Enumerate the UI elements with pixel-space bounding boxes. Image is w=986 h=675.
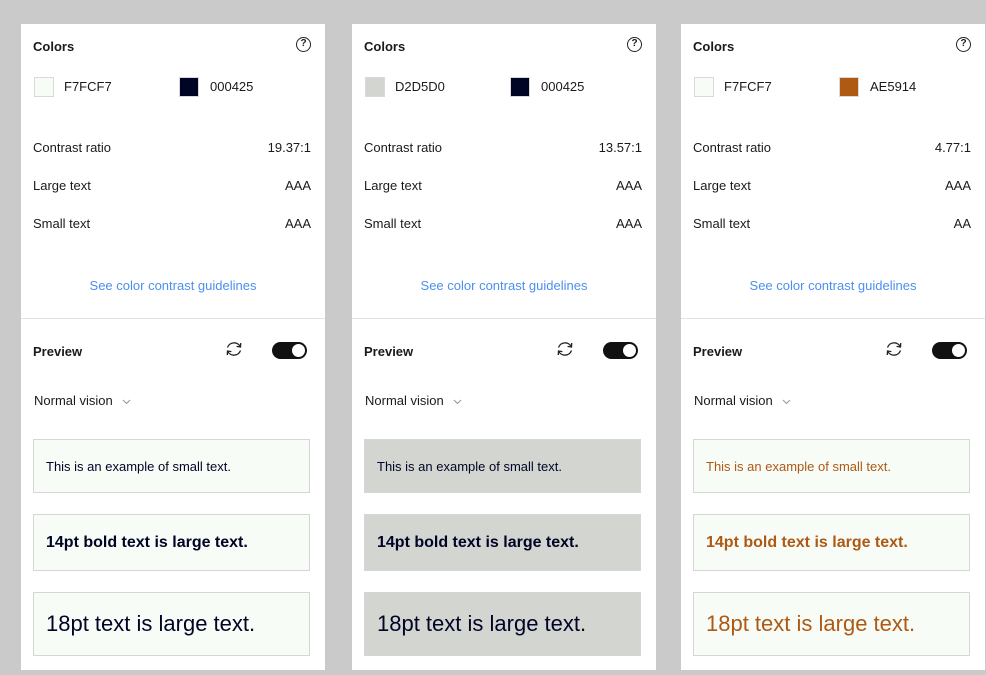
vision-mode-label: Normal vision: [694, 393, 773, 408]
chevron-down-icon: [453, 399, 462, 404]
large-text-row: Large text AAA: [364, 178, 642, 194]
contrast-guidelines-link[interactable]: See color contrast guidelines: [681, 278, 985, 293]
background-color-swatch[interactable]: [34, 77, 54, 97]
vision-mode-label: Normal vision: [34, 393, 113, 408]
background-color-hex[interactable]: F7FCF7: [64, 79, 112, 94]
contrast-ratio-value: 19.37:1: [267, 140, 311, 155]
small-text-row: Small text AA: [693, 216, 971, 232]
colors-section-title: Colors: [364, 39, 406, 54]
foreground-color-swatch[interactable]: [179, 77, 199, 97]
small-text-row: Small text AAA: [33, 216, 311, 232]
foreground-color-hex[interactable]: 000425: [210, 79, 253, 94]
large-text-rating: AAA: [944, 178, 971, 193]
large-text-row: Large text AAA: [693, 178, 971, 194]
contrast-ratio-value: 4.77:1: [934, 140, 971, 155]
help-icon[interactable]: ?: [956, 37, 971, 52]
colors-section-title: Colors: [33, 39, 75, 54]
small-text-label: Small text: [364, 216, 422, 231]
foreground-color-swatch[interactable]: [510, 77, 530, 97]
contrast-ratio-row: Contrast ratio 4.77:1: [693, 140, 971, 156]
toggle-knob: [623, 344, 636, 357]
chevron-down-icon: [122, 399, 131, 404]
large-text-rating: AAA: [284, 178, 311, 193]
vision-mode-dropdown[interactable]: Normal vision: [365, 393, 462, 408]
large-text-preview: 18pt text is large text.: [364, 592, 641, 656]
small-text-label: Small text: [33, 216, 91, 231]
preview-toggle[interactable]: [932, 342, 967, 359]
contrast-ratio-label: Contrast ratio: [364, 140, 443, 155]
contrast-checker-panel: Colors ? D2D5D0 000425 Contrast ratio 13…: [352, 24, 656, 670]
toggle-knob: [952, 344, 965, 357]
background-color-hex[interactable]: D2D5D0: [395, 79, 445, 94]
foreground-color-hex[interactable]: 000425: [541, 79, 584, 94]
refresh-icon[interactable]: [554, 338, 576, 360]
foreground-color-swatch[interactable]: [839, 77, 859, 97]
chevron-down-icon: [782, 399, 791, 404]
preview-section-title: Preview: [364, 344, 414, 359]
contrast-ratio-value: 13.57:1: [598, 140, 642, 155]
bold-large-text-preview: 14pt bold text is large text.: [364, 514, 641, 571]
small-text-preview: This is an example of small text.: [33, 439, 310, 493]
contrast-guidelines-link[interactable]: See color contrast guidelines: [21, 278, 325, 293]
help-icon[interactable]: ?: [296, 37, 311, 52]
small-text-rating: AAA: [284, 216, 311, 231]
colors-section-title: Colors: [693, 39, 735, 54]
large-text-preview: 18pt text is large text.: [693, 592, 970, 656]
small-text-preview: This is an example of small text.: [693, 439, 970, 493]
contrast-ratio-label: Contrast ratio: [33, 140, 112, 155]
small-text-label: Small text: [693, 216, 751, 231]
background-color-hex[interactable]: F7FCF7: [724, 79, 772, 94]
contrast-checker-panel: Colors ? F7FCF7 000425 Contrast ratio 19…: [21, 24, 325, 670]
section-divider: [681, 318, 985, 319]
section-divider: [21, 318, 325, 319]
preview-section-title: Preview: [693, 344, 743, 359]
vision-mode-dropdown[interactable]: Normal vision: [694, 393, 791, 408]
bold-large-text-preview: 14pt bold text is large text.: [33, 514, 310, 571]
section-divider: [352, 318, 656, 319]
preview-section-title: Preview: [33, 344, 83, 359]
small-text-rating: AAA: [615, 216, 642, 231]
refresh-icon[interactable]: [883, 338, 905, 360]
preview-toggle[interactable]: [272, 342, 307, 359]
large-text-label: Large text: [33, 178, 91, 193]
large-text-rating: AAA: [615, 178, 642, 193]
foreground-color-hex[interactable]: AE5914: [870, 79, 916, 94]
contrast-ratio-label: Contrast ratio: [693, 140, 772, 155]
small-text-rating: AA: [953, 216, 971, 231]
large-text-label: Large text: [693, 178, 751, 193]
background-color-swatch[interactable]: [365, 77, 385, 97]
large-text-label: Large text: [364, 178, 422, 193]
small-text-row: Small text AAA: [364, 216, 642, 232]
small-text-preview: This is an example of small text.: [364, 439, 641, 493]
contrast-ratio-row: Contrast ratio 13.57:1: [364, 140, 642, 156]
bold-large-text-preview: 14pt bold text is large text.: [693, 514, 970, 571]
refresh-icon[interactable]: [223, 338, 245, 360]
contrast-checker-panel: Colors ? F7FCF7 AE5914 Contrast ratio 4.…: [681, 24, 985, 670]
toggle-knob: [292, 344, 305, 357]
large-text-row: Large text AAA: [33, 178, 311, 194]
large-text-preview: 18pt text is large text.: [33, 592, 310, 656]
contrast-guidelines-link[interactable]: See color contrast guidelines: [352, 278, 656, 293]
background-color-swatch[interactable]: [694, 77, 714, 97]
vision-mode-dropdown[interactable]: Normal vision: [34, 393, 131, 408]
preview-toggle[interactable]: [603, 342, 638, 359]
vision-mode-label: Normal vision: [365, 393, 444, 408]
contrast-ratio-row: Contrast ratio 19.37:1: [33, 140, 311, 156]
help-icon[interactable]: ?: [627, 37, 642, 52]
